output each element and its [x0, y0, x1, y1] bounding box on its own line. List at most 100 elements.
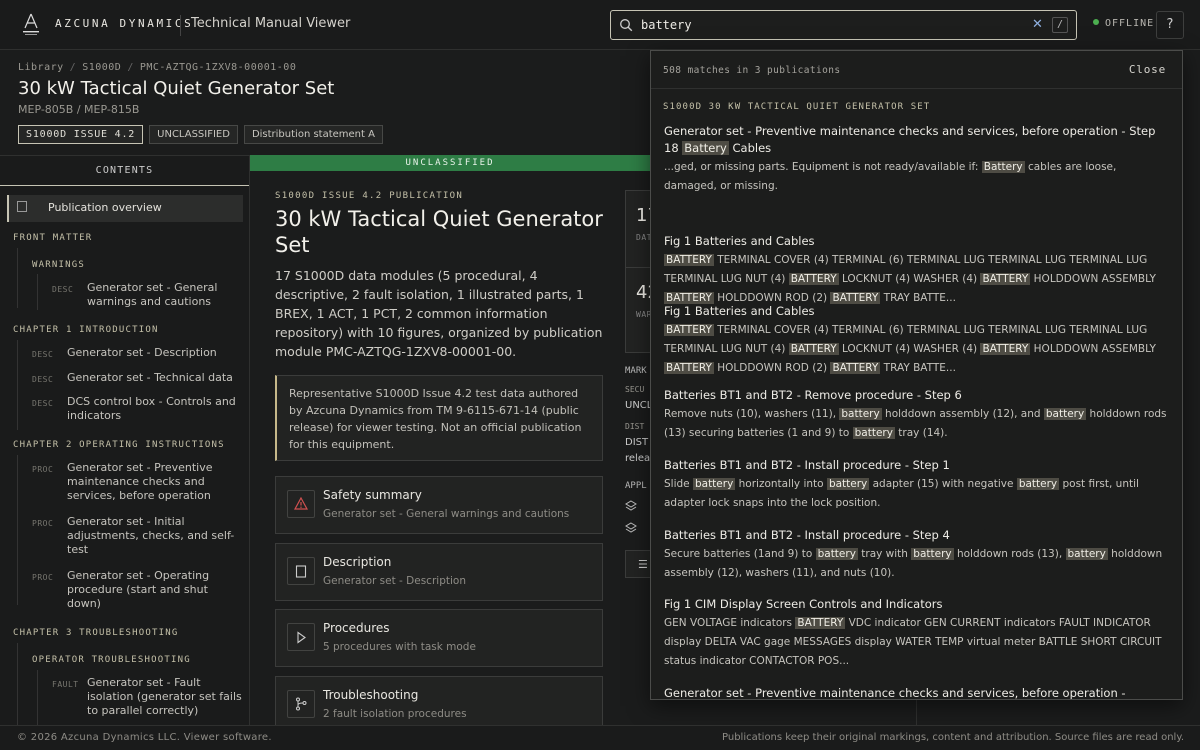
result-title: Batteries BT1 and BT2 - Install procedur… [664, 528, 950, 542]
section-front-matter[interactable]: FRONT MATTER [13, 233, 92, 243]
sidebar-item-technical-data[interactable]: DESC Generator set - Technical data [32, 371, 242, 385]
result-snippet: BATTERY TERMINAL COVER (4) TERMINAL (6) … [664, 254, 1156, 304]
sidebar-item-pmcs[interactable]: PROC Generator set - Preventive maintenan… [32, 461, 242, 503]
search-result-item[interactable]: Generator set - Preventive maintenance c… [664, 685, 1169, 699]
search-result-item[interactable]: Batteries BT1 and BT2 - Install procedur… [664, 527, 1169, 583]
item-label: Generator set - General warnings and cau… [87, 281, 218, 308]
tree-line [17, 248, 18, 308]
manual-viewer-app: AZCUNA DYNAMICS Technical Manual Viewer … [0, 0, 1200, 750]
document-tags: S1000D ISSUE 4.2 UNCLASSIFIED Distributi… [18, 125, 383, 144]
azcuna-logo-icon [23, 13, 39, 35]
classification-banner: UNCLASSIFIED [250, 155, 650, 171]
clear-search-icon[interactable]: ✕ [1032, 16, 1043, 34]
branch-icon [287, 690, 315, 718]
search-result-item[interactable]: Fig 1 Batteries and Cables BATTERY TERMIN… [664, 233, 1169, 308]
brand-divider [180, 15, 181, 36]
list-icon: ☰ [638, 558, 648, 571]
search-highlight: battery [815, 548, 858, 560]
contents-sidebar: CONTENTS Publication overview FRONT MATT… [0, 155, 250, 725]
footer-note: Publications keep their original marking… [722, 732, 1184, 743]
sidebar-item-fault-isolation[interactable]: FAULT Generator set - Fault isolation (ge… [52, 676, 242, 718]
result-title: Fig 1 Batteries and Cables [664, 234, 815, 248]
sidebar-item-description[interactable]: DESC Generator set - Description [32, 346, 242, 360]
item-label: Generator set - Operating procedure (sta… [67, 569, 210, 610]
sidebar-item-overview[interactable]: Publication overview [7, 195, 243, 222]
search-highlight: BATTERY [788, 343, 839, 355]
safety-summary-card[interactable]: Safety summary Generator set - General w… [275, 476, 603, 534]
search-highlight: BATTERY [980, 343, 1031, 355]
search-highlight: Battery [682, 141, 729, 155]
result-title: Generator set - Preventive maintenance c… [664, 124, 1156, 155]
tree-line [37, 670, 38, 725]
help-button[interactable]: ? [1156, 11, 1184, 39]
tree-line [37, 274, 38, 310]
results-group-title: S1000D 30 KW TACTICAL QUIET GENERATOR SE… [663, 102, 931, 112]
status-dot-icon [1093, 19, 1099, 25]
result-snippet: Secure batteries (1and 9) to battery tra… [664, 548, 1163, 579]
play-icon [287, 623, 315, 651]
issue-tag: S1000D ISSUE 4.2 [18, 125, 144, 144]
classification-tag: UNCLASSIFIED [149, 125, 238, 144]
section-chapter-1[interactable]: CHAPTER 1 INTRODUCTION [13, 325, 159, 335]
search-result-item[interactable]: Fig 1 Batteries and Cables BATTERY TERMIN… [664, 303, 1169, 378]
top-bar: AZCUNA DYNAMICS Technical Manual Viewer … [0, 0, 1200, 50]
result-snippet: BATTERY TERMINAL COVER (4) TERMINAL (6) … [664, 324, 1156, 374]
app-title: Technical Manual Viewer [191, 16, 351, 31]
result-snippet: Slide battery horizontally into battery … [664, 478, 1139, 509]
search-highlight: BATTERY [664, 254, 714, 266]
close-results-button[interactable]: Close [1129, 63, 1166, 76]
search-result-item[interactable]: Generator set - Preventive maintenance c… [664, 123, 1169, 196]
search-highlight: BATTERY [664, 362, 714, 374]
item-kind: DESC [32, 399, 54, 408]
search-highlight: battery [1016, 478, 1060, 490]
breadcrumb-s1000d[interactable]: S1000D [82, 62, 121, 73]
card-subtitle: 5 procedures with task mode [323, 641, 476, 653]
sidebar-item-operating-procedure[interactable]: PROC Generator set - Operating procedure … [32, 569, 242, 611]
description-card[interactable]: Description Generator set - Description [275, 543, 603, 601]
security-label: SECU [625, 385, 645, 394]
procedures-card[interactable]: Procedures 5 procedures with task mode [275, 609, 603, 667]
brand-name: AZCUNA DYNAMICS [55, 17, 194, 30]
document-icon [17, 201, 27, 212]
card-subtitle: Generator set - Description [323, 575, 466, 587]
list-button[interactable]: ☰ [625, 550, 651, 578]
results-header: 508 matches in 3 publications Close [651, 51, 1182, 89]
section-operator-troubleshooting[interactable]: OPERATOR TROUBLESHOOTING [32, 655, 191, 665]
search-result-item[interactable]: Batteries BT1 and BT2 - Remove procedure… [664, 387, 1169, 443]
search-highlight: BATTERY [788, 273, 839, 285]
item-kind: DESC [32, 375, 54, 384]
result-snippet: Remove nuts (10), washers (11), battery … [664, 408, 1167, 439]
results-summary: 508 matches in 3 publications [663, 65, 841, 76]
card-subtitle: Generator set - General warnings and cau… [323, 508, 570, 520]
item-label: Generator set - Description [67, 346, 217, 359]
search-result-item[interactable]: Fig 1 CIM Display Screen Controls and In… [664, 596, 1169, 671]
item-kind: FAULT [52, 680, 79, 689]
item-kind: PROC [32, 573, 54, 582]
contents-tab[interactable]: CONTENTS [0, 156, 249, 186]
search-result-item[interactable]: Batteries BT1 and BT2 - Install procedur… [664, 457, 1169, 513]
result-snippet: GEN VOLTAGE indicators BATTERY VDC indic… [664, 617, 1162, 667]
distribution-value: DIST [625, 437, 649, 448]
layers-icon [625, 500, 637, 511]
breadcrumb-pmc: PMC-AZTQG-1ZXV8-00001-00 [139, 62, 297, 73]
distribution-label: DIST [625, 422, 645, 431]
sidebar-item-general-warnings[interactable]: DESC Generator set - General warnings and… [52, 281, 232, 309]
search-highlight: BATTERY [830, 362, 881, 374]
breadcrumb-library[interactable]: Library [18, 62, 64, 73]
warning-icon [287, 490, 315, 518]
search-box[interactable]: ✕ / [610, 10, 1077, 40]
search-highlight: battery [1043, 408, 1087, 420]
footer: © 2026 Azcuna Dynamics LLC. Viewer softw… [0, 725, 1200, 750]
search-input[interactable] [641, 15, 1021, 35]
search-highlight: battery [692, 478, 736, 490]
section-chapter-2[interactable]: CHAPTER 2 OPERATING INSTRUCTIONS [13, 440, 225, 450]
result-title: Batteries BT1 and BT2 - Install procedur… [664, 458, 950, 472]
section-chapter-3[interactable]: CHAPTER 3 TROUBLESHOOTING [13, 628, 178, 638]
sidebar-item-dcs-controls[interactable]: DESC DCS control box - Controls and indic… [32, 395, 242, 423]
test-data-note: Representative S1000D Issue 4.2 test dat… [275, 375, 603, 461]
sidebar-item-initial-adjustments[interactable]: PROC Generator set - Initial adjustments,… [32, 515, 242, 557]
section-warnings[interactable]: WARNINGS [32, 260, 85, 270]
document-models: MEP-805B / MEP-815B [18, 103, 140, 116]
markings-heading: MARK [625, 366, 647, 376]
card-subtitle: 2 fault isolation procedures [323, 708, 467, 720]
